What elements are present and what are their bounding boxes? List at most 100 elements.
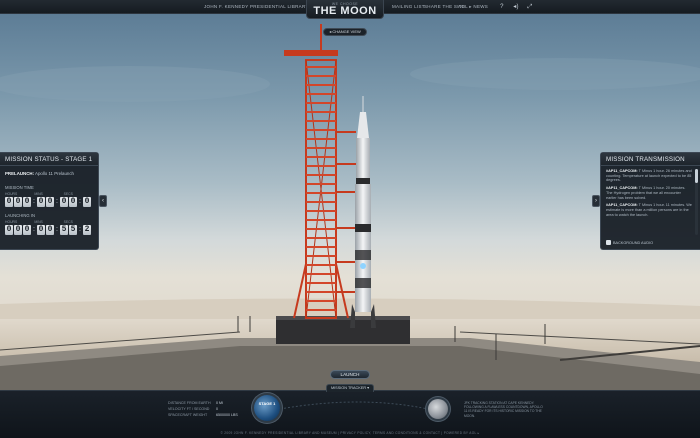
tower-level — [306, 183, 336, 185]
transmission-message: #AP11_CAPCOM: T Minus 1 hour. 26 minutes… — [606, 169, 692, 183]
tower-level — [306, 210, 336, 212]
prelaunch-line: PRELAUNCH: Apollo 11 Prelaunch — [0, 166, 98, 176]
horizon — [0, 298, 700, 319]
tower-level — [306, 156, 336, 158]
swing-arms — [336, 131, 356, 293]
transmission-feed[interactable]: #AP11_CAPCOM: T Minus 1 hour. 26 minutes… — [601, 166, 700, 238]
transmission-message: #AP11_CAPCOM: T Minus 1 hour. 11 minutes… — [606, 203, 692, 217]
volume-icon[interactable]: ◂) — [512, 3, 520, 11]
phase-label: PRELAUNCH: — [5, 171, 35, 176]
tower-level — [306, 246, 336, 248]
digit: 0 — [5, 225, 13, 235]
tower-level — [306, 66, 336, 68]
tower-level — [306, 309, 336, 311]
digit: 0 — [23, 225, 31, 235]
launch-button[interactable]: LAUNCH — [330, 370, 370, 379]
chevron-left-icon: ‹ — [102, 198, 104, 204]
digit: 5 — [60, 225, 68, 235]
tower-level — [306, 102, 336, 104]
cloud — [0, 66, 270, 102]
scrollbar-thumb[interactable] — [695, 169, 698, 183]
tower-level — [306, 201, 336, 203]
digit: 5 — [69, 225, 77, 235]
tower-level — [306, 93, 336, 95]
mission-status-title: MISSION STATUS - STAGE 1 — [0, 153, 98, 166]
tower-level — [306, 75, 336, 77]
launching-in-units: HOURS MINS SECS — [0, 218, 98, 224]
tower-level — [306, 291, 336, 293]
moon-icon[interactable] — [428, 399, 448, 419]
digit: 0 — [46, 197, 54, 207]
tracker-description: JFK TRACKING STATION AT CAPE KENNEDY. FO… — [464, 401, 543, 418]
unit-mins: MINS — [34, 192, 43, 196]
digit: 0 — [5, 197, 13, 207]
digit: 0 — [46, 225, 54, 235]
unit-secs: SECS — [63, 192, 73, 196]
fullscreen-icon[interactable]: ⤢ — [526, 3, 534, 11]
message-sender: #AP11_CAPCOM: — [606, 203, 638, 208]
earth-icon[interactable] — [254, 395, 280, 421]
tower-level — [306, 111, 336, 113]
stat-row: SPACECRAFT WEIGHT 6500000 LBS — [168, 413, 238, 417]
logo-title: THE MOON — [313, 5, 377, 17]
digit: 0 — [37, 225, 45, 235]
digit: 0 — [14, 197, 22, 207]
digit: 0 — [23, 197, 31, 207]
unit-hours: HOURS — [5, 220, 18, 224]
tower-level — [306, 84, 336, 86]
launch-countdown-clock: 0 0 0 : 0 0 : 5 5 : 2 — [5, 225, 91, 235]
tower-level — [306, 147, 336, 149]
digit: 0 — [83, 197, 91, 207]
tower-level — [306, 219, 336, 221]
mission-transmission-panel: MISSION TRANSMISSION #AP11_CAPCOM: T Min… — [600, 152, 700, 250]
tower-level — [306, 255, 336, 257]
background-audio-toggle[interactable]: BACKGROUND AUDIO — [606, 240, 653, 245]
tower-level — [306, 165, 336, 167]
tower-level — [306, 129, 336, 131]
cloud — [410, 58, 700, 90]
trajectory-line — [279, 401, 429, 410]
aol-news-link[interactable]: AOL ▸ News — [458, 4, 488, 10]
tower-level — [306, 282, 336, 284]
saturn-v-rocket — [350, 96, 376, 328]
digit: 2 — [83, 225, 91, 235]
checkbox-icon[interactable] — [606, 240, 611, 245]
digit: 0 — [60, 197, 68, 207]
tower-level — [306, 264, 336, 266]
mission-time-clock: 0 0 0 : 0 0 : 0 0 : 0 — [5, 197, 91, 207]
feed-scrollbar[interactable] — [695, 169, 698, 235]
unit-hours: HOURS — [5, 192, 18, 196]
change-view-button[interactable]: ◂ CHANGE VIEW — [323, 28, 367, 36]
tower-level — [306, 273, 336, 275]
message-sender: #AP11_CAPCOM: — [606, 169, 638, 173]
unit-secs: SECS — [63, 220, 73, 224]
transmission-message: #AP11_CAPCOM: T Minus 1 hour. 20 minutes… — [606, 186, 692, 200]
unit-mins: MINS — [34, 220, 43, 224]
help-icon[interactable]: ? — [498, 3, 506, 11]
mission-time-units: HOURS MINS SECS — [0, 190, 98, 196]
footer: © 2009 JOHN F. KENNEDY PRESIDENTIAL LIBR… — [220, 431, 480, 435]
digit: 0 — [14, 225, 22, 235]
mailing-list-link[interactable]: MAILING LIST — [392, 4, 425, 9]
message-sender: #AP11_CAPCOM: — [606, 186, 638, 191]
collapse-status-button[interactable]: ‹ — [99, 195, 107, 207]
tower-level — [306, 228, 336, 230]
mission-tracker-toggle[interactable]: MISSION TRACKER ▾ — [326, 384, 374, 392]
collapse-transmission-button[interactable]: › — [592, 195, 600, 207]
tower-level — [306, 300, 336, 302]
launching-in-label: LAUNCHING IN — [5, 213, 36, 218]
site-logo[interactable]: WE CHOOSE THE MOON — [306, 0, 384, 19]
tower-level — [306, 237, 336, 239]
tower-level — [306, 174, 336, 176]
mission-time-label: MISSION TIME — [5, 185, 34, 190]
digit: 0 — [69, 197, 77, 207]
mission-transmission-title: MISSION TRANSMISSION — [601, 153, 700, 166]
phase-value: Apollo 11 Prelaunch — [35, 171, 74, 176]
mobile-launcher-base — [276, 316, 410, 344]
flight-stats: DISTANCE FROM EARTH 0 MI VELOCITY FT / SE… — [168, 400, 238, 418]
background-audio-label: BACKGROUND AUDIO — [613, 240, 654, 245]
tower-level — [306, 192, 336, 194]
stage-label: STAGE 1 — [258, 401, 276, 406]
mission-status-panel: MISSION STATUS - STAGE 1 PRELAUNCH: Apol… — [0, 152, 99, 250]
chevron-right-icon: › — [595, 198, 597, 204]
